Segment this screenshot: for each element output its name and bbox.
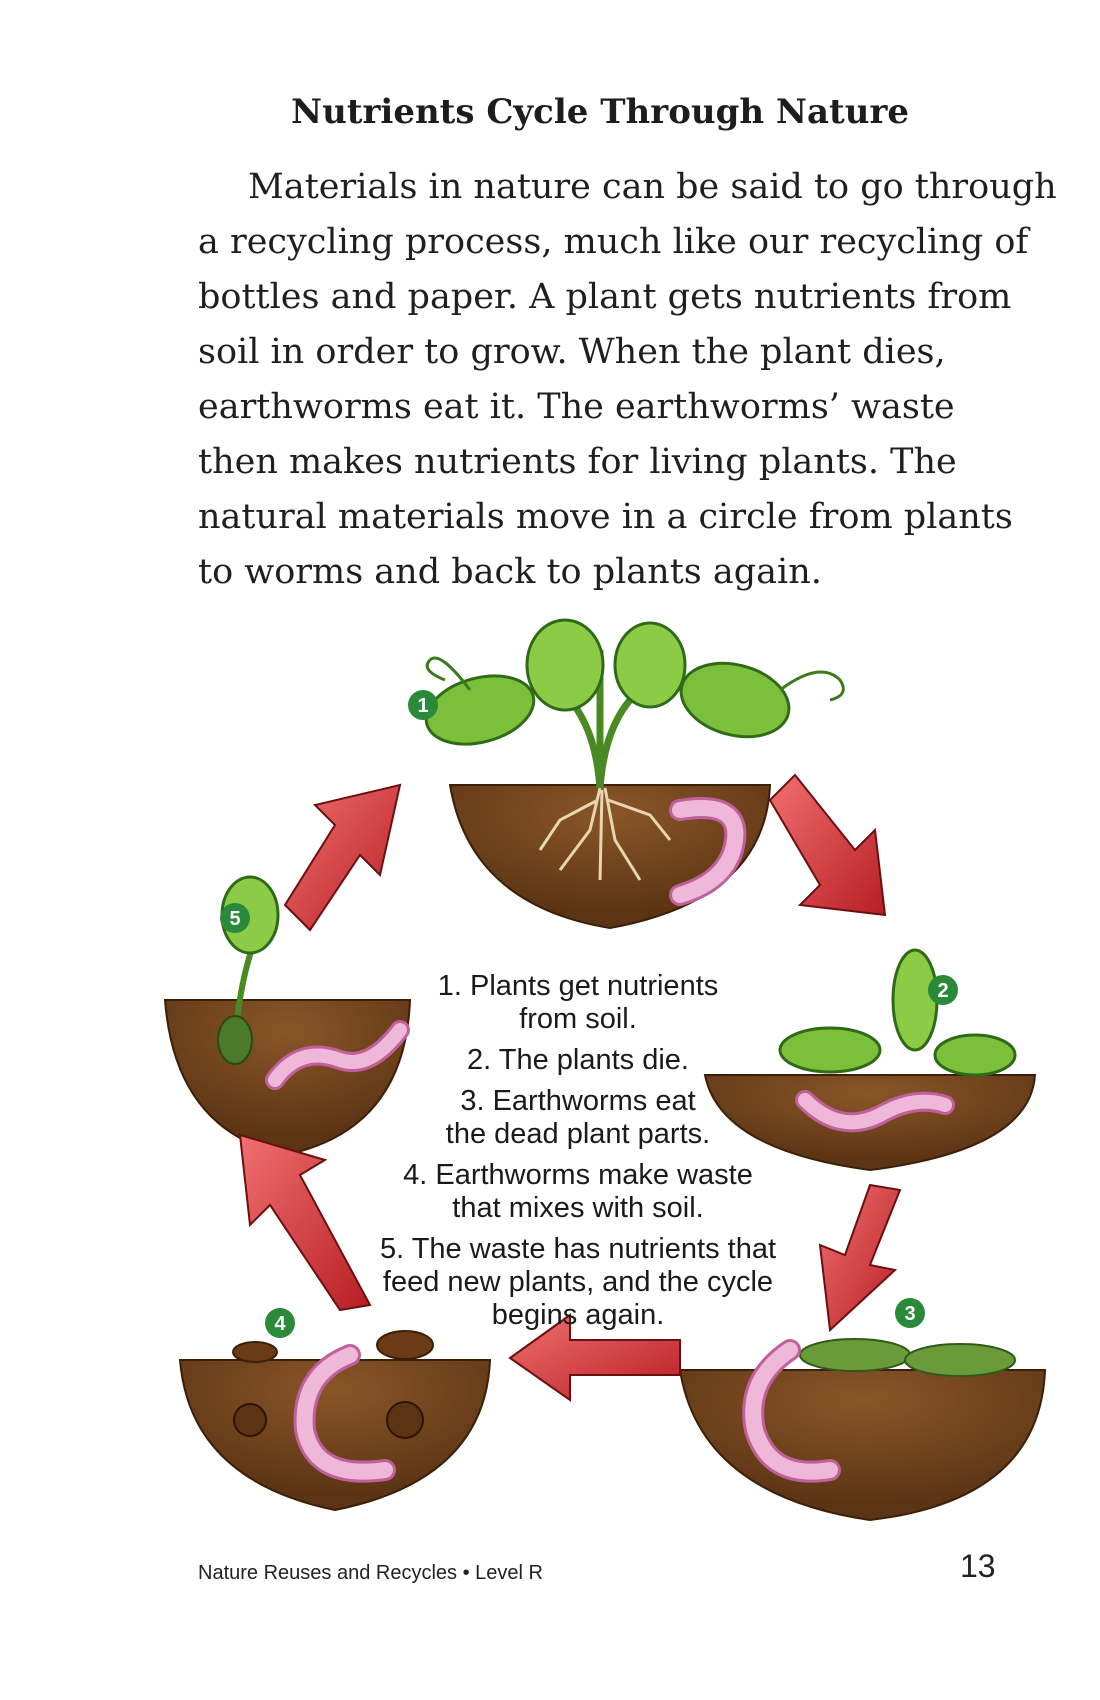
body-paragraph: Materials in nature can be said to go th… [198,160,1057,600]
paragraph-line: soil in order to grow. When the plant di… [198,332,946,372]
stage-3-worm-eating [678,1338,1047,1522]
paragraph-line: then makes nutrients for living plants. … [198,442,957,482]
badge-5: 5 [220,903,250,933]
stage-1-plant-in-soil [424,618,845,930]
paragraph-line: natural materials move in a circle from … [198,497,1013,537]
arrow-2-to-3 [818,1183,902,1333]
step-5-line-2: feed new plants, and the cycle [382,1266,774,1298]
step-5-line-3: begins again. [491,1299,665,1331]
step-2-line-1: 2. The plants die. [467,1044,689,1076]
svg-text:4: 4 [274,1313,286,1335]
paragraph-line: Materials in nature can be said to go th… [248,167,1057,207]
svg-text:2: 2 [937,980,948,1002]
step-4-line-1: 4. Earthworms make waste [403,1159,753,1191]
page-number: 13 [960,1548,996,1584]
cycle-steps-caption: 1. Plants get nutrients from soil. 2. Th… [358,970,798,1340]
footer-book-title: Nature Reuses and Recycles • Level R [198,1562,543,1584]
step-3: 3. Earthworms eat the dead plant parts. [358,1085,798,1151]
leaf-1d [679,661,791,739]
step-3-line-1: 3. Earthworms eat [460,1085,696,1117]
badge-4: 4 [265,1308,295,1338]
soil-mound-3 [678,1369,1047,1522]
leaf-1c [613,621,687,709]
page: 1 2 3 4 5 Nutrients Cycle Through Nature… [0,0,1100,1700]
soil-mound-4 [178,1359,492,1512]
step-3-line-2: the dead plant parts. [445,1118,711,1150]
arrow-5-to-1 [283,783,402,932]
wilted-leaf-2c [933,1033,1017,1077]
arrow-1-to-2 [768,773,887,917]
section-heading: Nutrients Cycle Through Nature [290,92,909,132]
arrow-4-to-5 [238,1133,372,1312]
paragraph-line: to worms and back to plants again. [198,552,822,592]
step-1-line-1: 1. Plants get nutrients [437,970,719,1002]
step-4: 4. Earthworms make waste that mixes with… [358,1159,798,1225]
waste-pile-4a [232,1341,278,1363]
badge-3: 3 [895,1298,925,1328]
step-2: 2. The plants die. [358,1044,798,1077]
waste-clump-4b [386,1401,424,1439]
badge-2: 2 [928,975,958,1005]
seed-5 [217,1015,253,1065]
step-1: 1. Plants get nutrients from soil. [358,970,798,1036]
step-4-line-2: that mixes with soil. [452,1192,704,1224]
stage-4-worm-waste [178,1330,492,1512]
tendril-1b [779,670,845,702]
step-1-line-2: from soil. [519,1003,637,1035]
paragraph-line: earthworms eat it. The earthworms’ waste [198,387,955,427]
wilted-leaf-2b [891,948,939,1052]
step-5-line-1: 5. The waste has nutrients that [379,1233,777,1265]
svg-text:1: 1 [417,695,428,717]
leaf-1b [525,618,605,712]
svg-text:3: 3 [904,1303,915,1325]
dead-leaves-3a [799,1338,911,1372]
step-5: 5. The waste has nutrients that feed new… [358,1233,798,1332]
svg-text:5: 5 [229,908,240,930]
paragraph-line: a recycling process, much like our recyc… [198,222,1029,262]
waste-clump-4a [233,1403,267,1437]
badge-1: 1 [408,690,438,720]
dead-leaves-3b [904,1343,1016,1377]
paragraph-line: bottles and paper. A plant gets nutrient… [198,277,1012,317]
